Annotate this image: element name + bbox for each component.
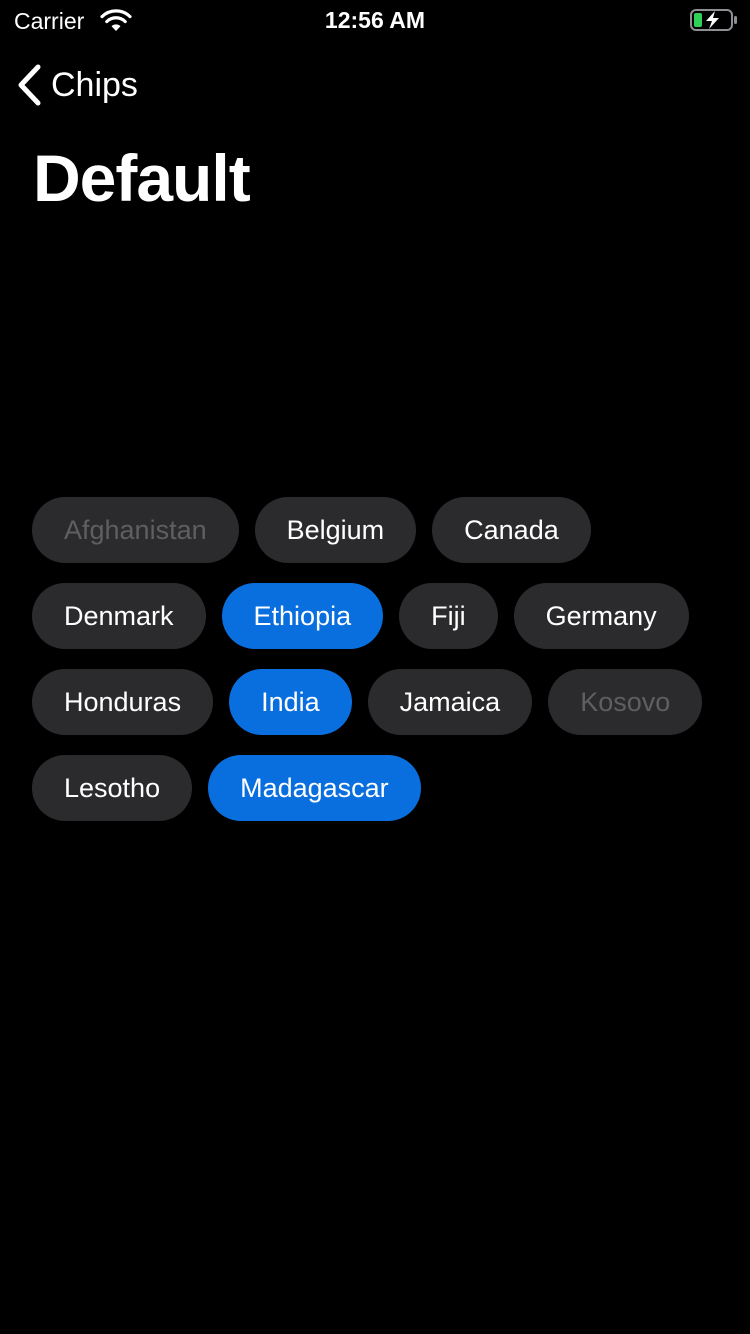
chip-fiji[interactable]: Fiji [399,583,498,649]
chevron-left-icon [18,64,41,106]
chip-afghanistan: Afghanistan [32,497,239,563]
chip-india[interactable]: India [229,669,352,735]
clock: 12:56 AM [324,7,426,33]
chip-belgium[interactable]: Belgium [254,497,417,563]
chip-group: Afghanistan Belgium Canada Denmark Ethio… [32,497,732,821]
chip-ethiopia[interactable]: Ethiopia [221,583,384,649]
chip-honduras[interactable]: Honduras [32,669,214,735]
chip-madagascar[interactable]: Madagascar [208,755,421,821]
chip-denmark[interactable]: Denmark [32,583,206,649]
chip-lesotho[interactable]: Lesotho [32,755,193,821]
back-button-label: Chips [51,65,138,104]
status-bar: Carrier 12:56 AM [0,0,750,40]
back-button[interactable]: Chips [14,60,138,110]
battery-charging-icon [690,9,737,31]
chip-kosovo: Kosovo [548,669,703,735]
chip-germany[interactable]: Germany [513,583,689,649]
page-title: Default [33,141,251,215]
chip-jamaica[interactable]: Jamaica [367,669,533,735]
chip-canada[interactable]: Canada [432,497,591,563]
